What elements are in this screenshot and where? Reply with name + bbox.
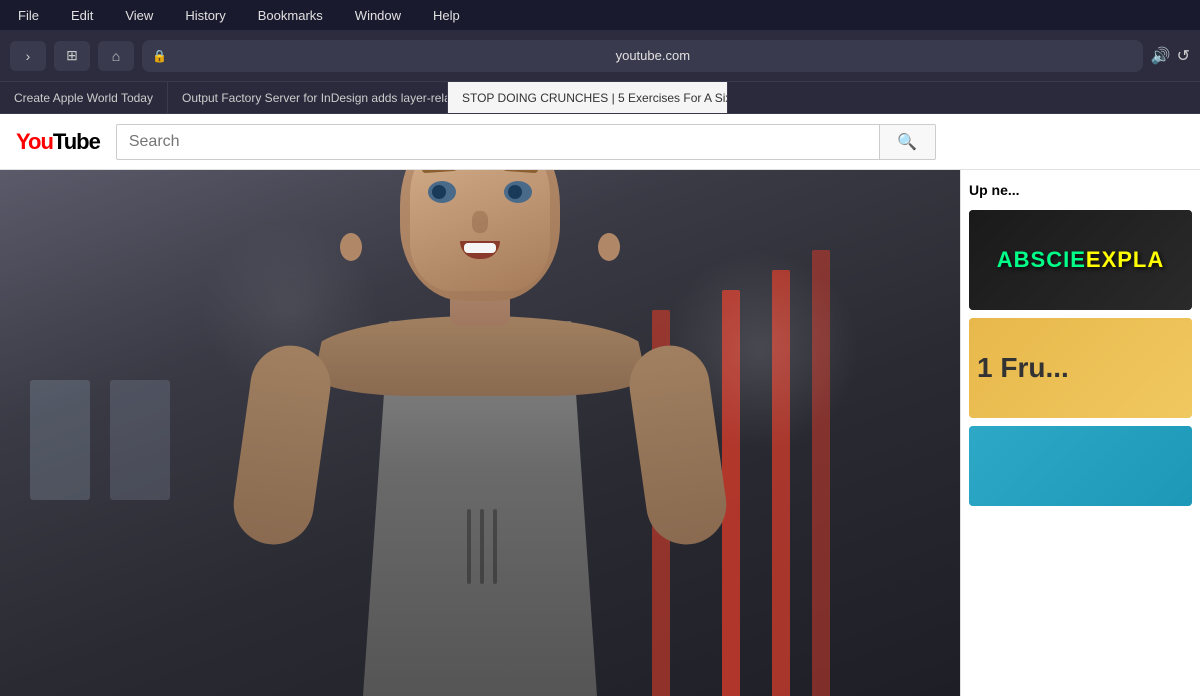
sidebar-icon: ⊞ [66,47,78,64]
menu-history[interactable]: History [179,6,231,25]
sidebar: Up ne... AB SCIE EXPLA 1 Fru... [960,170,1200,696]
search-input[interactable] [117,133,879,151]
toolbar-right-controls: 🔊 ↺ [1151,46,1190,66]
url-text: youtube.com [173,48,1133,63]
tab-0[interactable]: Create Apple World Today [0,82,168,113]
menu-help[interactable]: Help [427,6,466,25]
menu-file[interactable]: File [12,6,45,25]
menu-bookmarks[interactable]: Bookmarks [252,6,329,25]
search-button[interactable]: 🔍 [879,124,935,160]
sidebar-thumbnail-3[interactable] [969,426,1192,506]
lock-icon: 🔒 [152,49,167,63]
browser-toolbar: › ⊞ ⌂ 🔒 youtube.com 🔊 ↺ [0,30,1200,82]
search-icon: 🔍 [897,132,917,152]
youtube-header: YouTube 🔍 [0,114,1200,170]
menu-bar: File Edit View History Bookmarks Window … [0,0,1200,30]
sidebar-toggle-button[interactable]: ⊞ [54,41,90,71]
video-area[interactable] [0,170,960,696]
tab-2[interactable]: STOP DOING CRUNCHES | 5 Exercises For A … [448,82,728,113]
back-button[interactable]: › [10,41,46,71]
menu-view[interactable]: View [119,6,159,25]
search-bar[interactable]: 🔍 [116,124,936,160]
tabs-bar: Create Apple World Today Output Factory … [0,82,1200,114]
home-icon: ⌂ [112,48,120,64]
reload-icon[interactable]: ↺ [1177,46,1190,66]
main-content: Up ne... AB SCIE EXPLA 1 Fru... [0,170,1200,696]
youtube-logo[interactable]: YouTube [16,129,100,155]
video-frame [0,170,960,696]
address-bar[interactable]: 🔒 youtube.com [142,40,1143,72]
volume-icon[interactable]: 🔊 [1151,46,1171,66]
tab-1[interactable]: Output Factory Server for InDesign adds … [168,82,448,113]
sidebar-thumbnail-2[interactable]: 1 Fru... [969,318,1192,418]
sidebar-thumbnail-1[interactable]: AB SCIE EXPLA [969,210,1192,310]
home-button[interactable]: ⌂ [98,41,134,71]
menu-window[interactable]: Window [349,6,407,25]
back-icon: › [26,48,31,64]
menu-edit[interactable]: Edit [65,6,99,25]
up-next-label: Up ne... [969,178,1192,202]
